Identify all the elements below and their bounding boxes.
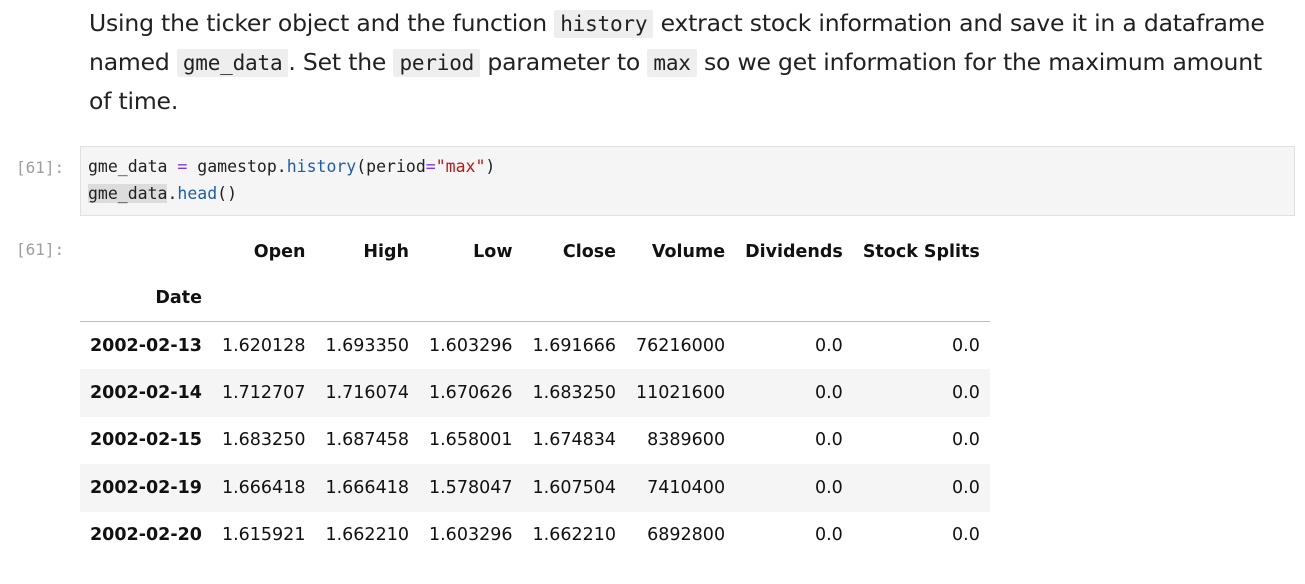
code-token: gamestop. [197, 157, 287, 176]
table-cell: 1.666418 [221, 477, 306, 498]
table-cell: 8389600 [647, 430, 726, 451]
markdown-text: parameter to [480, 48, 648, 76]
input-prompt: [61]: [16, 158, 65, 177]
table-cell: 0.0 [952, 477, 980, 498]
table-cell: 0.0 [814, 477, 843, 498]
table-row: 2002-02-19 1.666418 1.666418 1.578047 1.… [80, 464, 990, 512]
column-header: Open [253, 242, 306, 262]
empty-header-cell [315, 275, 419, 322]
table-cell: 1.683250 [221, 430, 306, 451]
table-row: 2002-02-13 1.620128 1.693350 1.603296 1.… [80, 322, 990, 370]
table-cell: 76216000 [636, 335, 726, 356]
table-cell: 1.658001 [428, 430, 513, 451]
table-cell: 1.687458 [325, 430, 409, 451]
table-cell: 1.603296 [428, 335, 513, 356]
inline-code-period: period [393, 49, 481, 77]
output-prompt: [61]: [16, 240, 65, 259]
table-cell: 0.0 [952, 335, 980, 356]
code-line-1[interactable]: gme_data = gamestop.history(period="max"… [88, 157, 495, 176]
table-cell: 1.607504 [532, 477, 617, 498]
empty-header-cell [735, 275, 853, 322]
code-token: = [167, 157, 198, 176]
table-cell: 1.603296 [428, 525, 513, 546]
markdown-text: Using the ticker object and the function [89, 9, 555, 37]
table-cell: 7410400 [647, 477, 726, 498]
table-cell: 0.0 [814, 430, 843, 451]
dataframe-table: Open High Low Close Volume Dividends Sto… [80, 229, 990, 559]
index-name-row: Date [80, 275, 990, 322]
table-cell: 0.0 [814, 382, 843, 403]
table-cell: 1.674834 [532, 430, 617, 451]
row-index: 2002-02-19 [90, 477, 202, 498]
index-header-empty [80, 229, 212, 275]
code-token: "max" [435, 157, 486, 176]
table-cell: 1.691666 [532, 335, 617, 356]
markdown-text: . Set the [288, 48, 394, 76]
column-header: Volume [651, 242, 726, 262]
table-cell: 6892800 [647, 525, 726, 546]
table-cell: 1.693350 [325, 335, 409, 356]
inline-code-gme-data: gme_data [176, 49, 289, 77]
table-row: 2002-02-14 1.712707 1.716074 1.670626 1.… [80, 369, 990, 417]
inline-code-history: history [554, 10, 654, 38]
table-row: 2002-02-15 1.683250 1.687458 1.658001 1.… [80, 417, 990, 465]
table-cell: 0.0 [952, 525, 980, 546]
code-token: . [167, 184, 178, 203]
code-token-selected: gme_data [88, 184, 168, 203]
empty-header-cell [522, 275, 627, 322]
code-token: = [425, 157, 436, 176]
column-header: High [363, 242, 409, 262]
code-line-2[interactable]: gme_data.head() [88, 184, 237, 203]
row-index: 2002-02-20 [90, 525, 202, 546]
table-cell: 11021600 [636, 382, 726, 403]
table-cell: 1.716074 [325, 382, 409, 403]
code-editor[interactable]: gme_data = gamestop.history(period="max"… [80, 146, 1295, 216]
code-token: head [177, 184, 218, 203]
inline-code-max: max [647, 49, 697, 77]
empty-header-cell [626, 275, 736, 322]
code-token: gme_data [88, 157, 168, 176]
table-cell: 1.662210 [532, 525, 617, 546]
table-row: 2002-02-20 1.615921 1.662210 1.603296 1.… [80, 512, 990, 560]
column-header: Dividends [745, 242, 843, 262]
table-cell: 1.620128 [221, 335, 306, 356]
table-cell: 1.615921 [221, 525, 306, 546]
column-header: Stock Splits [862, 242, 980, 262]
code-token: ) [485, 157, 496, 176]
row-index: 2002-02-14 [90, 382, 202, 403]
code-token: () [217, 184, 238, 203]
row-index: 2002-02-15 [90, 430, 202, 451]
table-cell: 0.0 [814, 335, 843, 356]
code-token: (period [356, 157, 426, 176]
row-index: 2002-02-13 [90, 335, 202, 356]
index-name: Date [80, 275, 212, 322]
table-cell: 1.683250 [532, 382, 617, 403]
empty-header-cell [211, 275, 316, 322]
table-cell: 0.0 [814, 525, 843, 546]
table-cell: 1.666418 [325, 477, 409, 498]
table-cell: 1.670626 [428, 382, 513, 403]
table-cell: 0.0 [952, 430, 980, 451]
table-cell: 1.578047 [428, 477, 513, 498]
empty-header-cell [418, 275, 523, 322]
empty-header-cell [852, 275, 990, 322]
table-cell: 0.0 [952, 382, 980, 403]
table-cell: 1.712707 [221, 382, 306, 403]
markdown-cell: Using the ticker object and the function… [89, 4, 1289, 120]
column-header-row: Open High Low Close Volume Dividends Sto… [80, 229, 990, 275]
column-header: Close [562, 242, 617, 262]
code-token: history [286, 157, 357, 176]
column-header: Low [473, 242, 513, 262]
table-cell: 1.662210 [325, 525, 409, 546]
